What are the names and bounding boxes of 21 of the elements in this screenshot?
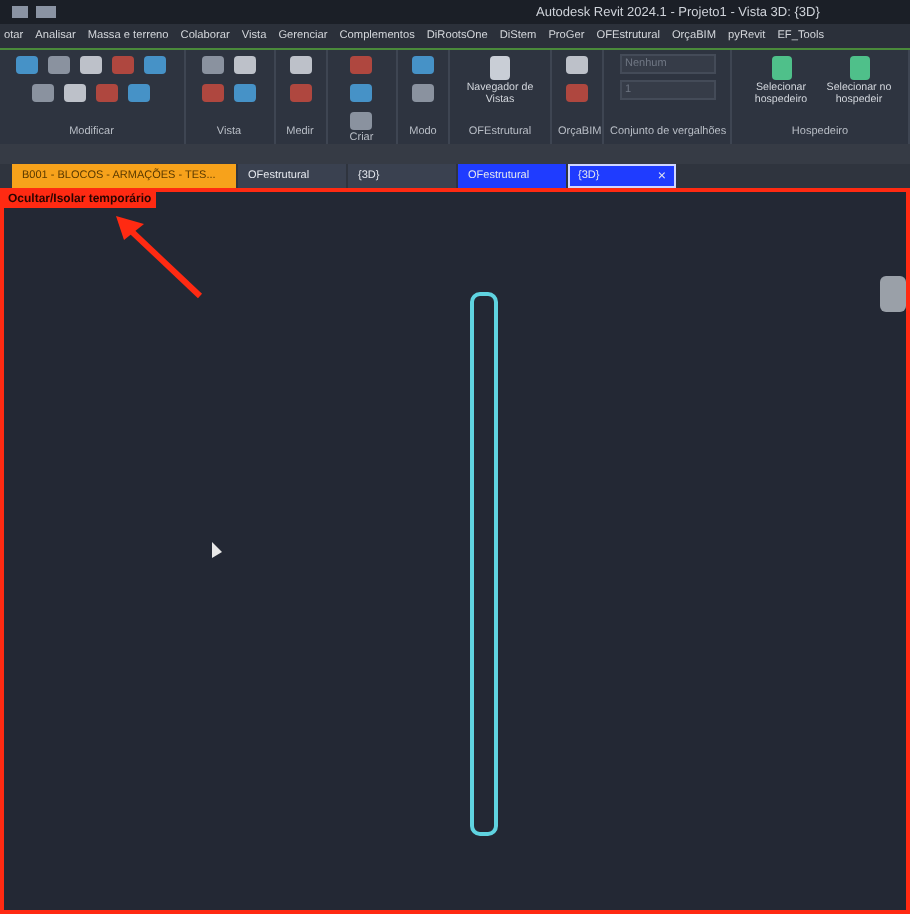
tool-icon[interactable] [200, 54, 226, 76]
tool-icon[interactable] [126, 82, 153, 104]
tool-icon [488, 54, 512, 82]
tool-icon[interactable] [30, 82, 57, 104]
tool-icon[interactable] [410, 82, 436, 104]
tool-icon[interactable] [348, 82, 375, 104]
tool-icon[interactable] [142, 54, 169, 76]
tool-icon[interactable] [348, 110, 375, 132]
tool-icon[interactable] [232, 54, 258, 76]
tool-icon[interactable] [232, 82, 258, 104]
tool-icon[interactable] [14, 54, 41, 76]
tool-icon[interactable] [287, 54, 313, 76]
view-cube-icon[interactable] [874, 272, 906, 316]
tool-icon[interactable] [78, 54, 105, 76]
tool-icon [769, 54, 793, 82]
tool-icon[interactable] [46, 54, 73, 76]
tool-icon[interactable] [564, 54, 590, 76]
cursor-icon [212, 542, 224, 560]
tool-icon[interactable] [410, 54, 436, 76]
tool-icon [847, 54, 871, 82]
tool-icon[interactable] [62, 82, 89, 104]
